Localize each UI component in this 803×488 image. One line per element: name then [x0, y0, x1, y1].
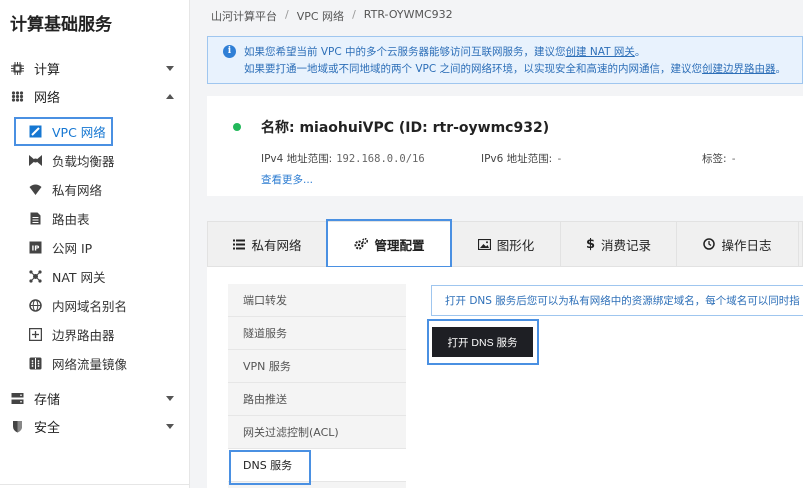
chip-icon — [11, 61, 24, 75]
sidebar: 计算基础服务 计算 网络 VPC 网络 负载均衡器 私有网络 路由表 IP 公网… — [0, 0, 190, 488]
tab-label: 操作日志 — [721, 237, 772, 253]
vpc-name: 名称: miaohuiVPC (ID: rtr-oywmc932) — [261, 120, 550, 136]
sidebar-title: 计算基础服务 — [10, 15, 112, 35]
tab-operation-log[interactable]: 操作日志 — [677, 222, 799, 266]
storage-icon — [11, 392, 24, 405]
gears-icon — [354, 238, 369, 250]
sidebar-item-label: 路由表 — [52, 211, 90, 227]
chevron-up-icon — [166, 93, 174, 99]
breadcrumb-item[interactable]: 山河计算平台 — [211, 8, 277, 24]
status-indicator — [233, 123, 241, 131]
tab-label: 私有网络 — [251, 237, 302, 253]
dollar-icon: $ — [585, 236, 596, 252]
sidebar-group-security[interactable]: 安全 — [0, 414, 190, 438]
sidebar-item-private-network[interactable]: 私有网络 — [0, 176, 190, 202]
tags-value: - — [730, 153, 737, 165]
ipv4-label: IPv4 地址范围: — [261, 153, 333, 165]
notice-text: 如果您希望当前 VPC 中的多个云服务器能够访问互联网服务，建议您 — [244, 46, 566, 58]
tags: 标签: - — [702, 151, 737, 166]
chevron-down-icon — [166, 395, 174, 401]
tab-management-config[interactable]: 管理配置 — [328, 222, 452, 266]
info-icon: i — [223, 45, 236, 58]
tags-label: 标签: — [702, 153, 727, 165]
sidebar-divider — [0, 484, 190, 485]
submenu-item-vpn[interactable]: VPN 服务 — [228, 350, 406, 383]
breadcrumb-current: RTR-OYWMC932 — [363, 8, 453, 21]
wifi-icon — [29, 183, 42, 196]
ip-icon: IP — [29, 241, 42, 254]
sidebar-group-label: 存储 — [34, 392, 61, 408]
notice-text: 如果要打通一地域或不同地域的两个 VPC 之间的网络环境，以实现安全和高速的内网… — [244, 63, 703, 75]
route-table-icon — [29, 212, 42, 225]
sidebar-group-compute[interactable]: 计算 — [0, 56, 190, 80]
sidebar-item-label: 网络流量镜像 — [52, 356, 128, 372]
ipv4-range: IPv4 地址范围: 192.168.0.0/16 — [261, 151, 425, 166]
tab-graphical[interactable]: 图形化 — [452, 222, 561, 266]
shield-icon — [11, 420, 24, 433]
domain-alias-icon — [29, 298, 42, 312]
dns-info-note: 打开 DNS 服务后您可以为私有网络中的资源绑定域名，每个域名可以同时指 — [431, 285, 803, 316]
config-submenu: 端口转发 隧道服务 VPN 服务 路由推送 网关过滤控制(ACL) DNS 服务 — [228, 284, 406, 488]
active-item-highlight — [14, 117, 113, 146]
ipv6-value: - — [556, 153, 563, 165]
submenu-item-port-forwarding[interactable]: 端口转发 — [228, 284, 406, 317]
sidebar-group-network[interactable]: 网络 — [0, 84, 190, 108]
breadcrumb-separator: / — [285, 8, 289, 21]
submenu-item-acl[interactable]: 网关过滤控制(ACL) — [228, 416, 406, 449]
view-more-link[interactable]: 查看更多... — [261, 172, 313, 187]
create-nat-link[interactable]: 创建 NAT 网关 — [566, 46, 635, 58]
tab-billing-records[interactable]: $ 消费记录 — [561, 222, 677, 266]
border-router-icon — [29, 327, 42, 341]
breadcrumb-item[interactable]: VPC 网络 — [297, 8, 344, 24]
tab-label: 管理配置 — [374, 237, 425, 253]
sidebar-group-label: 安全 — [34, 420, 61, 436]
notice-text: 。 — [775, 63, 787, 75]
sidebar-item-domain-alias[interactable]: 内网域名别名 — [0, 292, 190, 318]
network-icon — [11, 90, 24, 103]
tab-private-network[interactable]: 私有网络 — [208, 222, 328, 266]
ipv6-range: IPv6 地址范围: - — [481, 151, 563, 166]
notice-text: 。 — [634, 46, 646, 58]
chevron-down-icon — [166, 65, 174, 71]
breadcrumb-separator: / — [352, 8, 356, 21]
sidebar-item-label: 公网 IP — [52, 240, 93, 256]
create-border-router-link[interactable]: 创建边界路由器 — [702, 63, 776, 75]
sidebar-item-label: 私有网络 — [52, 182, 103, 198]
sidebar-group-label: 网络 — [34, 90, 61, 106]
load-balancer-icon — [29, 154, 42, 167]
svg-text:IP: IP — [32, 244, 40, 252]
sidebar-item-label: 负载均衡器 — [52, 153, 115, 169]
mirror-icon — [29, 357, 42, 370]
sidebar-item-label: 内网域名别名 — [52, 298, 128, 314]
submenu-item-route-push[interactable]: 路由推送 — [228, 383, 406, 416]
sidebar-item-traffic-mirror[interactable]: 网络流量镜像 — [0, 350, 190, 376]
sidebar-item-route-table[interactable]: 路由表 — [0, 205, 190, 231]
notice-line-2: 如果要打通一地域或不同地域的两个 VPC 之间的网络环境，以实现安全和高速的内网… — [244, 61, 786, 76]
vpc-info-card: 名称: miaohuiVPC (ID: rtr-oywmc932) IPv4 地… — [207, 96, 803, 196]
clock-icon — [703, 238, 716, 250]
list-icon — [233, 239, 246, 250]
enable-dns-button[interactable]: 打开 DNS 服务 — [432, 327, 533, 357]
sidebar-item-label: NAT 网关 — [52, 269, 106, 285]
tab-label: 图形化 — [496, 237, 535, 253]
submenu-item-tunnel[interactable]: 隧道服务 — [228, 317, 406, 350]
sidebar-group-storage[interactable]: 存储 — [0, 386, 190, 410]
sidebar-item-border-router[interactable]: 边界路由器 — [0, 321, 190, 347]
sidebar-group-label: 计算 — [34, 62, 61, 78]
sidebar-item-label: 边界路由器 — [52, 327, 115, 343]
notice-line-1: 如果您希望当前 VPC 中的多个云服务器能够访问互联网服务，建议您创建 NAT … — [244, 44, 645, 59]
sidebar-item-public-ip[interactable]: IP 公网 IP — [0, 234, 190, 260]
sidebar-item-load-balancer[interactable]: 负载均衡器 — [0, 147, 190, 173]
sidebar-item-nat-gateway[interactable]: NAT 网关 — [0, 263, 190, 289]
chevron-down-icon — [166, 423, 174, 429]
tab-label: 消费记录 — [601, 237, 652, 253]
ipv4-value: 192.168.0.0/16 — [336, 153, 425, 165]
ipv6-label: IPv6 地址范围: — [481, 153, 553, 165]
submenu-item-dns[interactable]: DNS 服务 — [228, 449, 406, 482]
tab-bar: 私有网络 管理配置 图形化 $ 消费记录 操作日志 — [207, 221, 803, 267]
image-icon — [477, 238, 491, 250]
nat-icon — [29, 269, 42, 283]
info-notice: i 如果您希望当前 VPC 中的多个云服务器能够访问互联网服务，建议您创建 NA… — [207, 36, 803, 84]
breadcrumb: 山河计算平台 / VPC 网络 / RTR-OYWMC932 — [211, 8, 453, 24]
